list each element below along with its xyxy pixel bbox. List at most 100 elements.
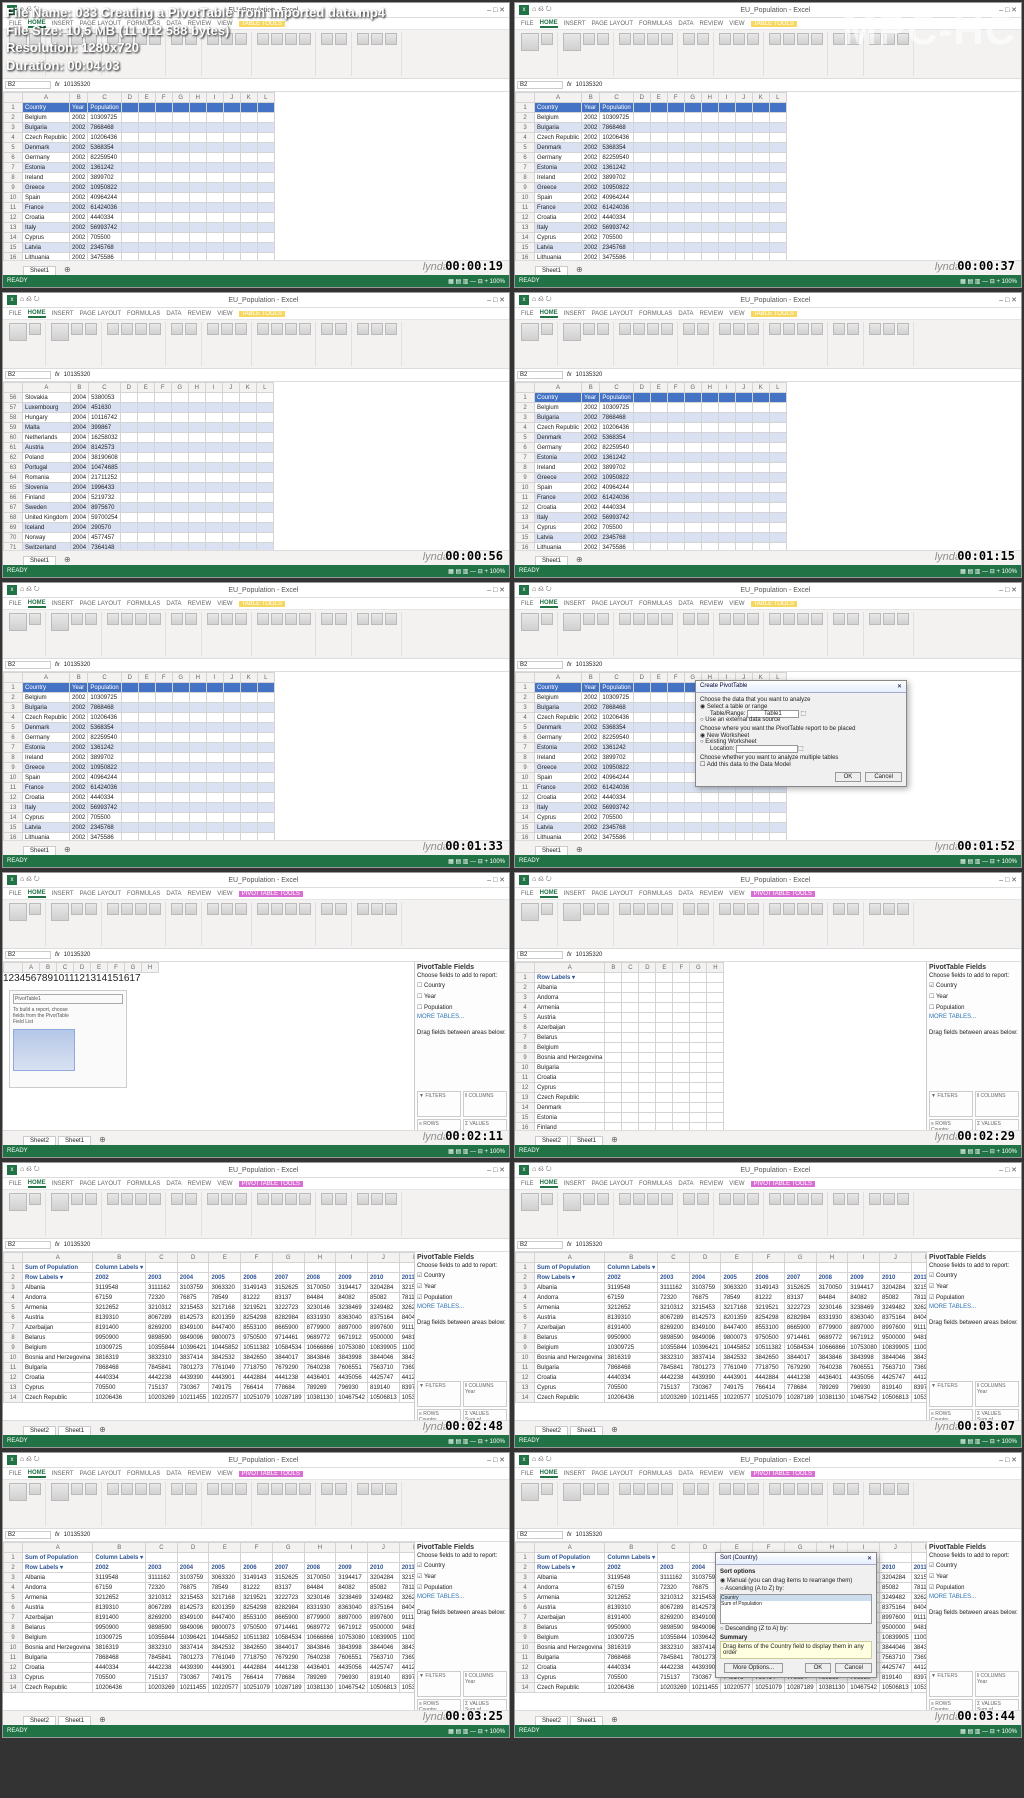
- add-sheet-button[interactable]: ⊕: [58, 554, 77, 565]
- ribbon-tab-home[interactable]: HOME: [540, 890, 558, 898]
- area-columns[interactable]: ‖ COLUMNSYear: [463, 1381, 507, 1407]
- name-box[interactable]: B2: [517, 1531, 563, 1539]
- ribbon-tab-view[interactable]: VIEW: [729, 601, 744, 607]
- ribbon-tab-data[interactable]: DATA: [166, 891, 181, 897]
- ribbon-tab-insert[interactable]: INSERT: [564, 1181, 586, 1187]
- ribbon-tab-page layout[interactable]: PAGE LAYOUT: [592, 1471, 633, 1477]
- ribbon-tab-formulas[interactable]: FORMULAS: [127, 601, 160, 607]
- ribbon-tab-home[interactable]: HOME: [540, 1180, 558, 1188]
- ribbon-tab-data[interactable]: DATA: [166, 1181, 181, 1187]
- video-thumbnail[interactable]: x⌂ ⎌ ↻EU_Population - Excel– □ ✕FILEHOME…: [2, 582, 510, 868]
- formula-content[interactable]: 10135320: [576, 1532, 603, 1538]
- worksheet-area[interactable]: ABCDEFGHIJKL1CountryYearPopulation2Belgi…: [515, 382, 1021, 567]
- field-country[interactable]: Country: [417, 1271, 507, 1280]
- fx-icon[interactable]: fx: [55, 1242, 60, 1248]
- ribbon-tab-view[interactable]: VIEW: [729, 891, 744, 897]
- ribbon-tab-data[interactable]: DATA: [678, 21, 693, 27]
- pivottable-field-pane[interactable]: PivotTable FieldsChoose fields to add to…: [926, 962, 1021, 1147]
- ribbon-tab-insert[interactable]: INSERT: [564, 311, 586, 317]
- video-thumbnail[interactable]: x⌂ ⎌ ↻EU_Population - Excel– □ ✕FILEHOME…: [514, 292, 1022, 578]
- ribbon-tabs[interactable]: FILEHOMEINSERTPAGE LAYOUTFORMULASDATAREV…: [3, 598, 509, 610]
- formula-content[interactable]: 10135320: [64, 662, 91, 668]
- area-filters[interactable]: ▼ FILTERS: [929, 1381, 973, 1407]
- ribbon-tab-file[interactable]: FILE: [9, 1471, 22, 1477]
- add-sheet-button[interactable]: ⊕: [58, 844, 77, 855]
- formula-bar[interactable]: B2fx10135320: [515, 949, 1021, 962]
- area-filters[interactable]: ▼ FILTERS: [417, 1381, 461, 1407]
- window-controls[interactable]: – □ ✕: [999, 1456, 1017, 1464]
- field-year[interactable]: Year: [417, 1572, 507, 1581]
- sheet-tab[interactable]: Sheet1: [570, 1136, 603, 1145]
- ribbon-tab-formulas[interactable]: FORMULAS: [127, 1471, 160, 1477]
- add-sheet-button[interactable]: ⊕: [570, 264, 589, 275]
- formula-bar[interactable]: B2fx10135320: [515, 659, 1021, 672]
- window-controls[interactable]: – □ ✕: [487, 6, 505, 14]
- worksheet-area[interactable]: ABCDEFGHIJKL1CountryYearPopulation2Belgi…: [515, 672, 1021, 857]
- ribbon-tab-formulas[interactable]: FORMULAS: [639, 311, 672, 317]
- ribbon-tab-insert[interactable]: INSERT: [52, 891, 74, 897]
- fx-icon[interactable]: fx: [567, 662, 572, 668]
- pivottable-field-pane[interactable]: PivotTable FieldsChoose fields to add to…: [414, 1252, 509, 1437]
- sheet-tab[interactable]: Sheet1: [570, 1716, 603, 1725]
- field-year[interactable]: Year: [929, 1572, 1019, 1581]
- area-columns[interactable]: ‖ COLUMNS: [975, 1091, 1019, 1117]
- formula-content[interactable]: 10135320: [576, 82, 603, 88]
- add-sheet-button[interactable]: ⊕: [93, 1714, 112, 1725]
- ribbon-tab-data[interactable]: DATA: [166, 601, 181, 607]
- ribbon-tab-view[interactable]: VIEW: [217, 601, 232, 607]
- formula-content[interactable]: 10135320: [64, 952, 91, 958]
- cancel-button[interactable]: Cancel: [835, 1663, 872, 1673]
- ribbon-tab-formulas[interactable]: FORMULAS: [127, 891, 160, 897]
- formula-bar[interactable]: B2fx10135320: [3, 1239, 509, 1252]
- field-year[interactable]: Year: [417, 1282, 507, 1291]
- ok-button[interactable]: OK: [805, 1663, 832, 1673]
- ribbon-tab-page layout[interactable]: PAGE LAYOUT: [80, 311, 121, 317]
- window-controls[interactable]: – □ ✕: [999, 876, 1017, 884]
- ribbon-tab-review[interactable]: REVIEW: [700, 891, 724, 897]
- ribbon[interactable]: [515, 1480, 1021, 1529]
- sheet-tab[interactable]: Sheet1: [535, 846, 568, 855]
- worksheet-area[interactable]: ABCDEFGHIJKL1CountryYearPopulation2Belgi…: [515, 92, 1021, 277]
- fx-icon[interactable]: fx: [55, 662, 60, 668]
- ribbon-tab-home[interactable]: HOME: [28, 890, 46, 898]
- area-columns[interactable]: ‖ COLUMNSYear: [463, 1671, 507, 1697]
- worksheet-area[interactable]: ABCDEFGHIJKL1Sum of PopulationColumn Lab…: [515, 1542, 1021, 1727]
- sheet-tab[interactable]: Sheet2: [23, 1426, 56, 1435]
- ribbon-tab-review[interactable]: REVIEW: [188, 601, 212, 607]
- video-thumbnail[interactable]: x⌂ ⎌ ↻EU_Population - Excel– □ ✕FILEHOME…: [2, 1452, 510, 1738]
- close-icon[interactable]: ✕: [867, 1555, 872, 1562]
- area-filters[interactable]: ▼ FILTERS: [417, 1671, 461, 1697]
- window-controls[interactable]: – □ ✕: [487, 1456, 505, 1464]
- ribbon-tab-view[interactable]: VIEW: [217, 891, 232, 897]
- field-population[interactable]: Population: [929, 1293, 1019, 1302]
- ribbon-tab-data[interactable]: DATA: [678, 311, 693, 317]
- ribbon[interactable]: [515, 900, 1021, 949]
- ribbon-tab-insert[interactable]: INSERT: [52, 311, 74, 317]
- add-sheet-button[interactable]: ⊕: [93, 1134, 112, 1145]
- more-options-button[interactable]: More Options...: [724, 1663, 783, 1673]
- ribbon-tab-file[interactable]: FILE: [521, 601, 534, 607]
- sheet-tab[interactable]: Sheet2: [23, 1136, 56, 1145]
- ribbon-tab-view[interactable]: VIEW: [217, 1181, 232, 1187]
- ribbon-tab-home[interactable]: HOME: [540, 310, 558, 318]
- ribbon-tab-file[interactable]: FILE: [9, 311, 22, 317]
- ribbon-tab-page layout[interactable]: PAGE LAYOUT: [592, 891, 633, 897]
- ribbon-tab-home[interactable]: HOME: [540, 1470, 558, 1478]
- add-sheet-button[interactable]: ⊕: [93, 1424, 112, 1435]
- ribbon-tab-view[interactable]: VIEW: [217, 1471, 232, 1477]
- ribbon-tab-home[interactable]: HOME: [28, 1180, 46, 1188]
- name-box[interactable]: B2: [5, 1531, 51, 1539]
- ribbon-tab-formulas[interactable]: FORMULAS: [639, 891, 672, 897]
- pivottable-field-pane[interactable]: PivotTable FieldsChoose fields to add to…: [414, 962, 509, 1147]
- more-tables-link[interactable]: MORE TABLES...: [417, 1014, 507, 1020]
- field-country[interactable]: Country: [929, 1561, 1019, 1570]
- ribbon-tabs[interactable]: FILEHOMEINSERTPAGE LAYOUTFORMULASDATAREV…: [3, 888, 509, 900]
- sheet-tab[interactable]: Sheet1: [535, 266, 568, 275]
- pivottable-field-pane[interactable]: PivotTable FieldsChoose fields to add to…: [926, 1252, 1021, 1437]
- ribbon-tabs[interactable]: FILEHOMEINSERTPAGE LAYOUTFORMULASDATAREV…: [515, 1178, 1021, 1190]
- ribbon-tab-file[interactable]: FILE: [9, 1181, 22, 1187]
- ribbon-tab-home[interactable]: HOME: [28, 600, 46, 608]
- field-population[interactable]: Population: [929, 1003, 1019, 1012]
- ribbon-tabs[interactable]: FILEHOMEINSERTPAGE LAYOUTFORMULASDATAREV…: [515, 308, 1021, 320]
- ribbon-tab-data[interactable]: DATA: [678, 1181, 693, 1187]
